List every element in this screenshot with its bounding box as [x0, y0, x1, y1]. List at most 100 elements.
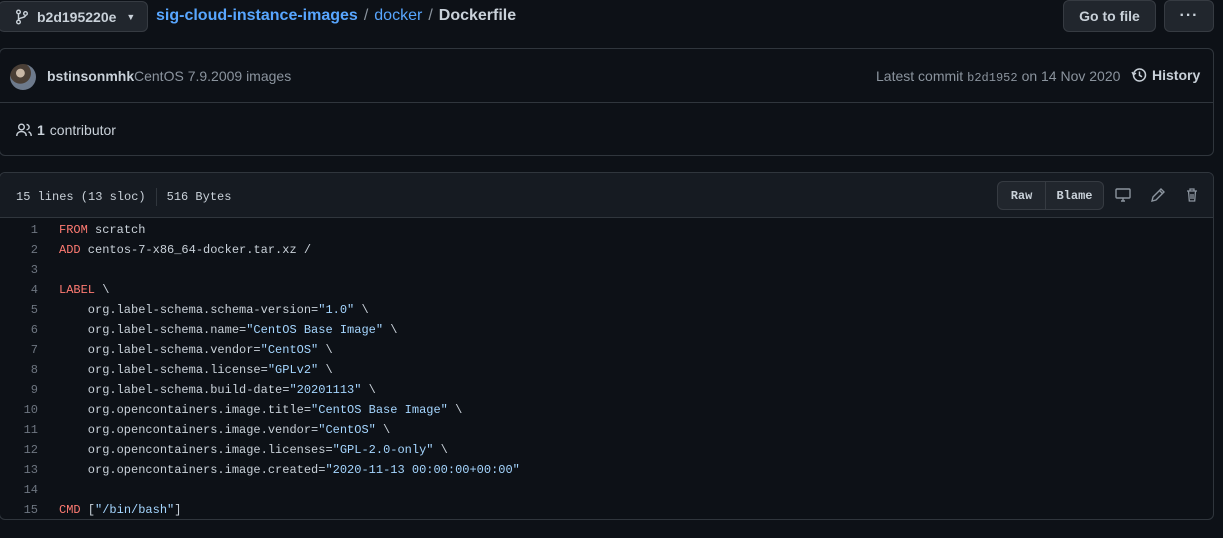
code-text: org.label-schema.name=: [59, 323, 247, 337]
avatar[interactable]: [10, 64, 36, 90]
blame-button[interactable]: Blame: [1046, 181, 1104, 210]
breadcrumb-separator: /: [363, 7, 369, 24]
file-navigation: b2d195220e ▼ sig-cloud-instance-images /…: [0, 0, 1223, 34]
line-content: org.opencontainers.image.title="CentOS B…: [38, 403, 462, 417]
line-number[interactable]: 5: [0, 303, 38, 317]
contributor-label: contributor: [49, 122, 116, 138]
line-number[interactable]: 14: [0, 483, 38, 497]
code-text: \: [95, 283, 110, 297]
code-keyword: CMD: [59, 503, 81, 517]
commit-sha-link[interactable]: b2d1952: [967, 71, 1017, 85]
code-text: org.opencontainers.image.created=: [59, 463, 326, 477]
code-keyword: ADD: [59, 243, 81, 257]
more-options-button[interactable]: ···: [1164, 0, 1214, 32]
line-content: org.label-schema.name="CentOS Base Image…: [38, 323, 398, 337]
breadcrumb-separator: /: [428, 7, 433, 24]
code-text: scratch: [87, 223, 146, 237]
commit-date: on 14 Nov 2020: [1021, 68, 1121, 84]
line-number[interactable]: 2: [0, 243, 38, 257]
code-text: ]: [174, 503, 182, 517]
code-line: 11 org.opencontainers.image.vendor="Cent…: [0, 420, 1213, 440]
code-keyword: FROM: [59, 223, 88, 237]
code-line: 12 org.opencontainers.image.licenses="GP…: [0, 440, 1213, 460]
line-number[interactable]: 6: [0, 323, 38, 337]
code-view: 1 FROM scratch 2 ADD centos-7-x86_64-docker…: [0, 218, 1213, 519]
line-number[interactable]: 13: [0, 463, 38, 477]
code-line: 15 CMD ["/bin/bash"]: [0, 500, 1213, 519]
branch-select-button[interactable]: b2d195220e ▼: [0, 1, 148, 32]
line-number[interactable]: 10: [0, 403, 38, 417]
code-string: "CentOS Base Image": [246, 323, 384, 337]
history-link[interactable]: History: [1131, 67, 1200, 83]
line-number[interactable]: 1: [0, 223, 38, 237]
breadcrumb-file-name: Dockerfile: [438, 7, 517, 24]
code-text: org.label-schema.schema-version=: [59, 303, 319, 317]
branch-name: b2d195220e: [37, 8, 117, 25]
code-line: 6 org.label-schema.name="CentOS Base Ima…: [0, 320, 1213, 340]
code-string: "CentOS Base Image": [311, 403, 448, 417]
line-content: org.label-schema.schema-version="1.0" \: [38, 303, 369, 317]
code-line: 9 org.label-schema.build-date="20201113"…: [0, 380, 1213, 400]
people-icon: [16, 123, 32, 137]
line-content: org.label-schema.license="GPLv2" \: [38, 363, 333, 377]
line-number[interactable]: 8: [0, 363, 38, 377]
contributors-link[interactable]: 1 contributor: [16, 122, 116, 138]
pencil-icon[interactable]: [1149, 186, 1167, 204]
raw-blame-group: Raw Blame: [997, 181, 1104, 210]
code-text: \: [361, 383, 376, 397]
code-line: 13 org.opencontainers.image.created="202…: [0, 460, 1213, 480]
file-size: 516 Bytes: [166, 190, 232, 204]
desktop-icon[interactable]: [1114, 186, 1132, 204]
line-number[interactable]: 12: [0, 443, 38, 457]
git-branch-icon: [16, 9, 28, 24]
history-label: History: [1152, 67, 1201, 83]
history-icon: [1131, 68, 1147, 82]
code-text: org.label-schema.license=: [59, 363, 268, 377]
code-text: \: [375, 423, 391, 437]
line-content: LABEL \: [38, 283, 109, 297]
line-content: org.opencontainers.image.licenses="GPL-2…: [38, 443, 448, 457]
line-number[interactable]: 11: [0, 423, 38, 437]
commit-row: bstinsonmhk CentOS 7.9.2009 images Lates…: [0, 49, 1213, 103]
code-string: "1.0": [318, 303, 355, 317]
code-line: 10 org.opencontainers.image.title="CentO…: [0, 400, 1213, 420]
code-text: centos-7-x86_64-docker.tar.xz /: [80, 243, 312, 257]
go-to-file-button[interactable]: Go to file: [1063, 0, 1156, 32]
commit-author-link[interactable]: bstinsonmhk: [47, 68, 134, 84]
breadcrumb: sig-cloud-instance-images / docker / Doc…: [156, 7, 516, 25]
line-number[interactable]: 3: [0, 263, 38, 277]
breadcrumb-dir-link[interactable]: docker: [374, 7, 422, 25]
code-string: "2020-11-13 00:00:00+00:00": [325, 463, 520, 477]
latest-commit-info: Latest commit b2d1952 on 14 Nov 2020: [876, 68, 1120, 85]
line-number[interactable]: 15: [0, 503, 38, 517]
code-text: \: [354, 303, 369, 317]
line-number[interactable]: 4: [0, 283, 38, 297]
line-content: FROM scratch: [38, 223, 145, 237]
line-content: org.label-schema.vendor="CentOS" \: [38, 343, 333, 357]
code-line: 1 FROM scratch: [0, 220, 1213, 240]
commit-message-link[interactable]: CentOS 7.9.2009 images: [134, 68, 291, 84]
code-text: \: [318, 363, 333, 377]
trash-icon[interactable]: [1183, 186, 1201, 204]
line-number[interactable]: 7: [0, 343, 38, 357]
code-string: "CentOS": [318, 423, 376, 437]
code-line: 14: [0, 480, 1213, 500]
contributor-count: 1: [37, 122, 45, 138]
code-text: org.label-schema.build-date=: [59, 383, 290, 397]
code-text: org.label-schema.vendor=: [59, 343, 261, 357]
code-string: "GPL-2.0-only": [332, 443, 434, 457]
code-string: "GPLv2": [267, 363, 319, 377]
line-number[interactable]: 9: [0, 383, 38, 397]
code-line: 4 LABEL \: [0, 280, 1213, 300]
file-info: 15 lines (13 sloc) 516 Bytes: [16, 188, 231, 206]
code-line: 3: [0, 260, 1213, 280]
code-text: [: [80, 503, 96, 517]
code-text: org.opencontainers.image.licenses=: [59, 443, 333, 457]
breadcrumb-repo-link[interactable]: sig-cloud-instance-images: [156, 7, 358, 25]
raw-button[interactable]: Raw: [997, 181, 1046, 210]
file-viewer: 15 lines (13 sloc) 516 Bytes Raw Blame 1…: [0, 172, 1214, 520]
code-text: org.opencontainers.image.title=: [59, 403, 312, 417]
code-text: \: [447, 403, 463, 417]
code-text: \: [318, 343, 333, 357]
line-content: ADD centos-7-x86_64-docker.tar.xz /: [38, 243, 311, 257]
